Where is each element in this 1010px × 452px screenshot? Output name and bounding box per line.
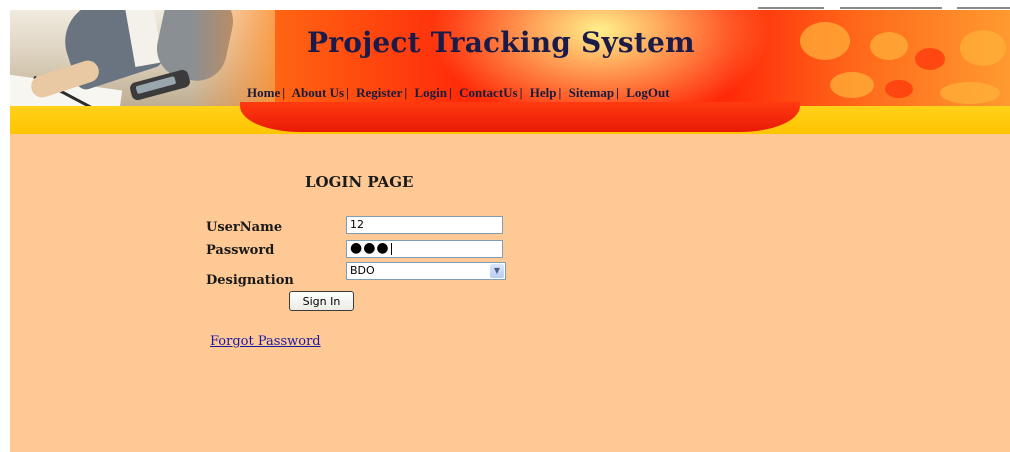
password-label: Password xyxy=(206,243,275,258)
nav-logout[interactable]: LogOut xyxy=(626,85,669,100)
nav-contact-us[interactable]: ContactUs xyxy=(459,85,518,100)
browser-top-edge xyxy=(756,0,1010,10)
chevron-down-icon[interactable]: ▼ xyxy=(490,264,504,278)
designation-select[interactable]: BDO ▼ xyxy=(346,262,506,280)
nav-about-us[interactable]: About Us xyxy=(292,85,344,100)
nav-separator: | xyxy=(282,85,286,100)
nav-separator: | xyxy=(404,85,408,100)
nav-separator: | xyxy=(616,85,619,100)
nav-help[interactable]: Help xyxy=(530,85,557,100)
header-red-tab xyxy=(240,102,800,132)
site-title: Project Tracking System xyxy=(307,26,695,59)
username-input[interactable]: 12 xyxy=(346,216,503,234)
nav-separator: | xyxy=(346,85,349,100)
designation-selected-value: BDO xyxy=(350,264,375,277)
nav-separator: | xyxy=(448,85,452,100)
login-heading: LOGIN PAGE xyxy=(305,173,414,191)
username-label: UserName xyxy=(206,220,283,235)
nav-separator: | xyxy=(558,85,562,100)
header-photo xyxy=(10,10,275,106)
nav-separator: | xyxy=(519,85,523,100)
designation-label: Designation xyxy=(206,273,294,288)
page-container: Project Tracking System Home | About Us | … xyxy=(10,10,1010,452)
header-banner: Project Tracking System Home | About Us | … xyxy=(10,10,1010,134)
nav-sitemap[interactable]: Sitemap xyxy=(569,85,615,100)
nav-register[interactable]: Register xyxy=(356,85,402,100)
password-input[interactable]: ●●● xyxy=(346,240,503,258)
main-nav: Home | About Us | Register | Login | Contact… xyxy=(247,85,670,101)
text-cursor xyxy=(390,243,392,255)
forgot-password-link[interactable]: Forgot Password xyxy=(210,334,321,349)
nav-home[interactable]: Home xyxy=(247,85,280,100)
nav-login[interactable]: Login xyxy=(414,85,447,100)
sign-in-button[interactable]: Sign In xyxy=(289,291,354,311)
password-mask: ●●● xyxy=(350,240,390,256)
